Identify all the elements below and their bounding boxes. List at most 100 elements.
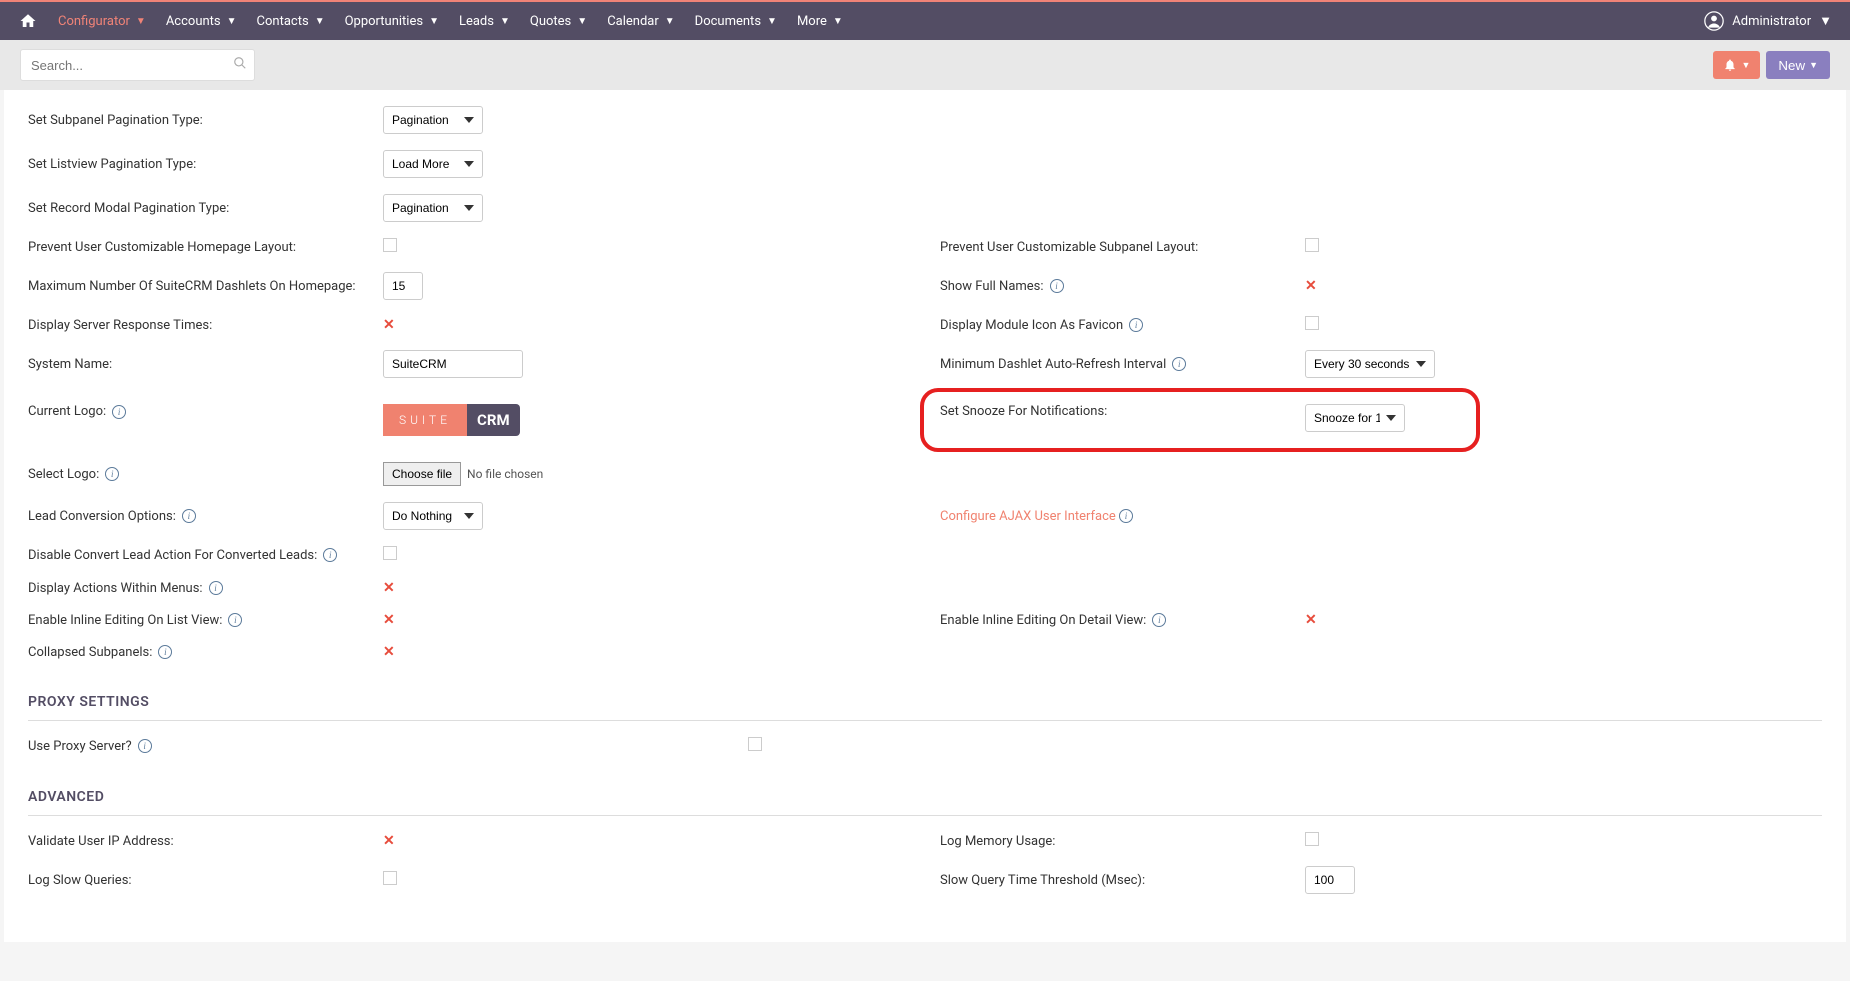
- nav-leads[interactable]: Leads▼: [449, 1, 520, 41]
- caret-down-icon: ▼: [429, 16, 439, 27]
- no-file-chosen-text: No file chosen: [467, 467, 543, 481]
- nav-contacts[interactable]: Contacts▼: [247, 1, 335, 41]
- info-icon[interactable]: i: [228, 613, 242, 627]
- validate-ip-label: Validate User IP Address:: [28, 834, 383, 849]
- collapsed-subpanels-value: ✕: [383, 644, 395, 660]
- new-button[interactable]: New ▼: [1766, 51, 1830, 79]
- nav-more[interactable]: More▼: [787, 1, 853, 41]
- choose-file-button[interactable]: Choose file: [383, 462, 461, 486]
- listview-pagination-label: Set Listview Pagination Type:: [28, 157, 383, 172]
- caret-down-icon: ▼: [1819, 13, 1832, 29]
- user-menu[interactable]: Administrator ▼: [1694, 11, 1842, 31]
- min-refresh-select[interactable]: Every 30 seconds: [1305, 350, 1435, 378]
- notifications-button[interactable]: ▼: [1713, 51, 1760, 79]
- slow-threshold-input[interactable]: [1305, 866, 1355, 894]
- select-logo-label: Select Logo:i: [28, 467, 383, 482]
- show-full-names-label: Show Full Names:i: [940, 279, 1305, 294]
- info-icon[interactable]: i: [182, 509, 196, 523]
- system-name-input[interactable]: [383, 350, 523, 378]
- log-slow-checkbox[interactable]: [383, 871, 397, 885]
- caret-down-icon: ▼: [1809, 60, 1818, 70]
- info-icon[interactable]: i: [1119, 509, 1133, 523]
- prevent-subpanel-label: Prevent User Customizable Subpanel Layou…: [940, 240, 1305, 255]
- inline-list-label: Enable Inline Editing On List View:i: [28, 613, 383, 628]
- inline-detail-label: Enable Inline Editing On Detail View:i: [940, 613, 1305, 628]
- info-icon[interactable]: i: [323, 548, 337, 562]
- search-icon: [233, 56, 247, 74]
- suitecrm-logo: SUITE CRM: [383, 404, 520, 436]
- nav-opportunities[interactable]: Opportunities▼: [335, 1, 449, 41]
- display-server-times-label: Display Server Response Times:: [28, 318, 383, 333]
- slow-threshold-label: Slow Query Time Threshold (Msec):: [940, 873, 1305, 888]
- nav-configurator[interactable]: Configurator▼: [48, 0, 156, 40]
- show-full-names-value: ✕: [1305, 278, 1317, 294]
- max-dashlets-label: Maximum Number Of SuiteCRM Dashlets On H…: [28, 279, 383, 294]
- collapsed-subpanels-label: Collapsed Subpanels:i: [28, 645, 383, 660]
- listview-pagination-select[interactable]: Load More: [383, 150, 483, 178]
- home-icon[interactable]: [8, 1, 48, 41]
- info-icon[interactable]: i: [105, 467, 119, 481]
- display-favicon-checkbox[interactable]: [1305, 316, 1319, 330]
- caret-down-icon: ▼: [136, 16, 146, 27]
- prevent-homepage-checkbox[interactable]: [383, 238, 397, 252]
- info-icon[interactable]: i: [1129, 318, 1143, 332]
- advanced-section-header: ADVANCED: [28, 775, 1822, 816]
- caret-down-icon: ▼: [665, 16, 675, 27]
- inline-detail-value: ✕: [1305, 612, 1317, 628]
- subpanel-pagination-label: Set Subpanel Pagination Type:: [28, 113, 383, 128]
- user-icon: [1704, 11, 1724, 31]
- lead-conversion-label: Lead Conversion Options:i: [28, 509, 383, 524]
- display-actions-label: Display Actions Within Menus:i: [28, 581, 383, 596]
- use-proxy-checkbox[interactable]: [748, 737, 762, 751]
- user-name: Administrator: [1732, 14, 1811, 29]
- caret-down-icon: ▼: [767, 16, 777, 27]
- info-icon[interactable]: i: [1172, 357, 1186, 371]
- display-server-times-value: ✕: [383, 317, 395, 333]
- search-input[interactable]: [20, 49, 255, 81]
- subpanel-pagination-select[interactable]: Pagination: [383, 106, 483, 134]
- max-dashlets-input[interactable]: [383, 272, 423, 300]
- record-modal-pagination-select[interactable]: Pagination: [383, 194, 483, 222]
- current-logo-label: Current Logo:i: [28, 404, 383, 419]
- caret-down-icon: ▼: [500, 16, 510, 27]
- log-memory-checkbox[interactable]: [1305, 832, 1319, 846]
- disable-convert-checkbox[interactable]: [383, 546, 397, 560]
- info-icon[interactable]: i: [138, 739, 152, 753]
- info-icon[interactable]: i: [1152, 613, 1166, 627]
- record-modal-pagination-label: Set Record Modal Pagination Type:: [28, 201, 383, 216]
- caret-down-icon: ▼: [315, 16, 325, 27]
- nav-documents[interactable]: Documents▼: [685, 1, 787, 41]
- nav-calendar[interactable]: Calendar▼: [597, 1, 684, 41]
- caret-down-icon: ▼: [577, 16, 587, 27]
- log-slow-label: Log Slow Queries:: [28, 873, 383, 888]
- snooze-label: Set Snooze For Notifications:: [940, 404, 1305, 419]
- nav-accounts[interactable]: Accounts▼: [156, 1, 247, 41]
- lead-conversion-select[interactable]: Do Nothing: [383, 502, 483, 530]
- prevent-subpanel-checkbox[interactable]: [1305, 238, 1319, 252]
- info-icon[interactable]: i: [112, 405, 126, 419]
- info-icon[interactable]: i: [209, 581, 223, 595]
- info-icon[interactable]: i: [158, 645, 172, 659]
- display-favicon-label: Display Module Icon As Faviconi: [940, 318, 1305, 333]
- top-navbar: Configurator▼ Accounts▼ Contacts▼ Opport…: [0, 0, 1850, 40]
- proxy-section-header: PROXY SETTINGS: [28, 680, 1822, 721]
- display-actions-value: ✕: [383, 580, 395, 596]
- info-icon[interactable]: i: [1050, 279, 1064, 293]
- disable-convert-label: Disable Convert Lead Action For Converte…: [28, 548, 383, 563]
- toolbar: ▼ New ▼: [0, 40, 1850, 90]
- content-area: Set Subpanel Pagination Type: Pagination…: [4, 90, 1846, 942]
- validate-ip-value: ✕: [383, 833, 395, 849]
- bell-icon: [1723, 58, 1737, 72]
- nav-quotes[interactable]: Quotes▼: [520, 1, 597, 41]
- inline-list-value: ✕: [383, 612, 395, 628]
- caret-down-icon: ▼: [833, 16, 843, 27]
- system-name-label: System Name:: [28, 357, 383, 372]
- log-memory-label: Log Memory Usage:: [940, 834, 1305, 849]
- caret-down-icon: ▼: [1741, 60, 1750, 70]
- search-box: [20, 49, 255, 81]
- snooze-select[interactable]: Snooze for 1 minute: [1305, 404, 1405, 432]
- configure-ajax-link[interactable]: Configure AJAX User Interface: [940, 509, 1116, 524]
- prevent-homepage-label: Prevent User Customizable Homepage Layou…: [28, 240, 383, 255]
- caret-down-icon: ▼: [227, 16, 237, 27]
- min-refresh-label: Minimum Dashlet Auto-Refresh Intervali: [940, 357, 1305, 372]
